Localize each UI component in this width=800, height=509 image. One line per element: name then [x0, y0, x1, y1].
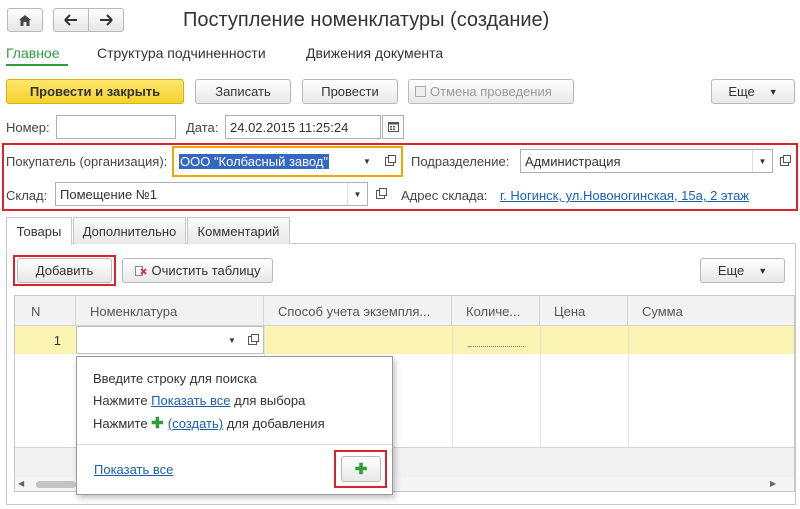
- dropdown-hint-line2: Нажмите Показать все для выбора: [93, 393, 305, 408]
- warehouse-label: Склад:: [6, 188, 48, 203]
- scroll-right-arrow[interactable]: ▶: [770, 479, 776, 488]
- forward-button[interactable]: [88, 8, 124, 32]
- chevron-down-icon: ▼: [758, 265, 768, 276]
- column-n[interactable]: N: [15, 296, 76, 326]
- section-main-underline: [6, 64, 68, 66]
- date-input[interactable]: 24.02.2015 11:25:24: [225, 115, 381, 139]
- calendar-icon: [387, 122, 399, 132]
- chevron-down-icon: ▼: [353, 189, 362, 199]
- dropdown-hint-line2-pre: Нажмите: [93, 393, 152, 408]
- number-input[interactable]: [56, 115, 176, 139]
- buyer-label: Покупатель (организация):: [6, 154, 168, 169]
- clear-table-label: Очистить таблицу: [151, 263, 261, 278]
- buyer-value: ООО "Колбасный завод": [179, 153, 330, 169]
- dropdown-hint-line3: Нажмите ✚ (создать) для добавления: [93, 414, 325, 432]
- section-structure[interactable]: Структура подчиненности: [97, 45, 266, 61]
- clear-table-icon: [134, 265, 147, 276]
- plus-icon: ✚: [151, 415, 164, 432]
- open-icon: [375, 187, 387, 199]
- row-number: 1: [53, 333, 61, 348]
- show-all-link[interactable]: Показать все: [94, 462, 173, 477]
- nomenclature-open-button[interactable]: [242, 328, 262, 352]
- column-price[interactable]: Цена: [540, 296, 628, 326]
- more-label: Еще: [728, 84, 755, 99]
- buyer-open-button[interactable]: [378, 149, 400, 173]
- quantity-dotted-line: [468, 346, 524, 347]
- warehouse-dropdown-button[interactable]: ▼: [347, 183, 367, 205]
- buyer-input[interactable]: ООО "Колбасный завод": [175, 149, 375, 173]
- add-button[interactable]: Добавить: [17, 258, 112, 283]
- tab-goods[interactable]: Товары: [6, 217, 72, 245]
- back-button[interactable]: [53, 8, 89, 32]
- nomenclature-dropdown-button[interactable]: ▼: [222, 328, 242, 352]
- address-link[interactable]: г. Ногинск, ул.Новоногинская, 15а, 2 эта…: [500, 188, 749, 203]
- plus-icon: ✚: [354, 461, 368, 478]
- open-icon: [779, 154, 791, 166]
- chevron-down-icon: ▼: [768, 86, 778, 97]
- chevron-down-icon: ▼: [228, 335, 236, 345]
- window-title: Поступление номенклатуры (создание): [183, 9, 550, 31]
- number-label: Номер:: [6, 120, 50, 135]
- date-value: 24.02.2015 11:25:24: [230, 119, 349, 135]
- tab-comment[interactable]: Комментарий: [187, 217, 290, 244]
- column-sum[interactable]: Сумма: [628, 296, 794, 326]
- show-all-inline-link[interactable]: Показать все: [151, 393, 230, 408]
- column-accounting-method[interactable]: Способ учета экземпля...: [264, 296, 452, 326]
- division-input[interactable]: Администрация: [520, 149, 773, 173]
- post-and-close-button[interactable]: Провести и закрыть: [6, 79, 184, 104]
- warehouse-input[interactable]: Помещение №1: [55, 182, 368, 206]
- chevron-down-icon: ▼: [758, 156, 767, 166]
- dropdown-hint-line2-post: для выбора: [230, 393, 306, 408]
- create-button[interactable]: ✚: [341, 456, 381, 482]
- home-button[interactable]: [7, 8, 43, 32]
- division-label: Подразделение:: [411, 154, 510, 169]
- section-movements[interactable]: Движения документа: [306, 45, 443, 61]
- cancel-post-icon: [415, 86, 426, 97]
- dropdown-divider: [77, 444, 392, 445]
- scroll-left-arrow[interactable]: ◀: [18, 479, 24, 488]
- clear-table-button[interactable]: Очистить таблицу: [122, 258, 273, 283]
- division-value: Администрация: [525, 153, 621, 169]
- tab-additional[interactable]: Дополнительно: [73, 217, 186, 244]
- section-main[interactable]: Главное: [6, 45, 60, 61]
- column-nomenclature[interactable]: Номенклатура: [76, 296, 264, 326]
- cancel-post-label: Отмена проведения: [430, 84, 552, 99]
- table-more-label: Еще: [717, 263, 745, 278]
- table-more-button[interactable]: Еще ▼: [700, 258, 785, 283]
- create-inline-link[interactable]: (создать): [168, 416, 223, 431]
- post-button[interactable]: Провести: [302, 79, 398, 104]
- division-dropdown-button[interactable]: ▼: [752, 150, 772, 172]
- division-open-button[interactable]: [774, 149, 794, 173]
- home-icon: [19, 14, 31, 26]
- dropdown-hint-line1: Введите строку для поиска: [93, 371, 257, 386]
- arrow-left-icon: [64, 14, 77, 26]
- save-button[interactable]: Записать: [195, 79, 291, 104]
- cancel-post-button[interactable]: Отмена проведения: [408, 79, 574, 104]
- chevron-down-icon: ▼: [363, 156, 371, 166]
- warehouse-value: Помещение №1: [60, 186, 157, 202]
- calendar-button[interactable]: [382, 115, 404, 139]
- arrow-right-icon: [100, 14, 113, 26]
- scroll-thumb[interactable]: [36, 481, 76, 488]
- dropdown-hint-line3-post: для добавления: [223, 416, 325, 431]
- date-label: Дата:: [186, 120, 219, 135]
- buyer-dropdown-button[interactable]: ▼: [356, 149, 378, 173]
- column-quantity[interactable]: Количе...: [452, 296, 540, 326]
- address-label: Адрес склада:: [401, 188, 488, 203]
- dropdown-hint-line3-pre: Нажмите: [93, 416, 152, 431]
- warehouse-open-button[interactable]: [370, 182, 390, 206]
- open-icon: [384, 154, 396, 166]
- open-icon: [247, 333, 259, 345]
- more-button[interactable]: Еще ▼: [711, 79, 795, 104]
